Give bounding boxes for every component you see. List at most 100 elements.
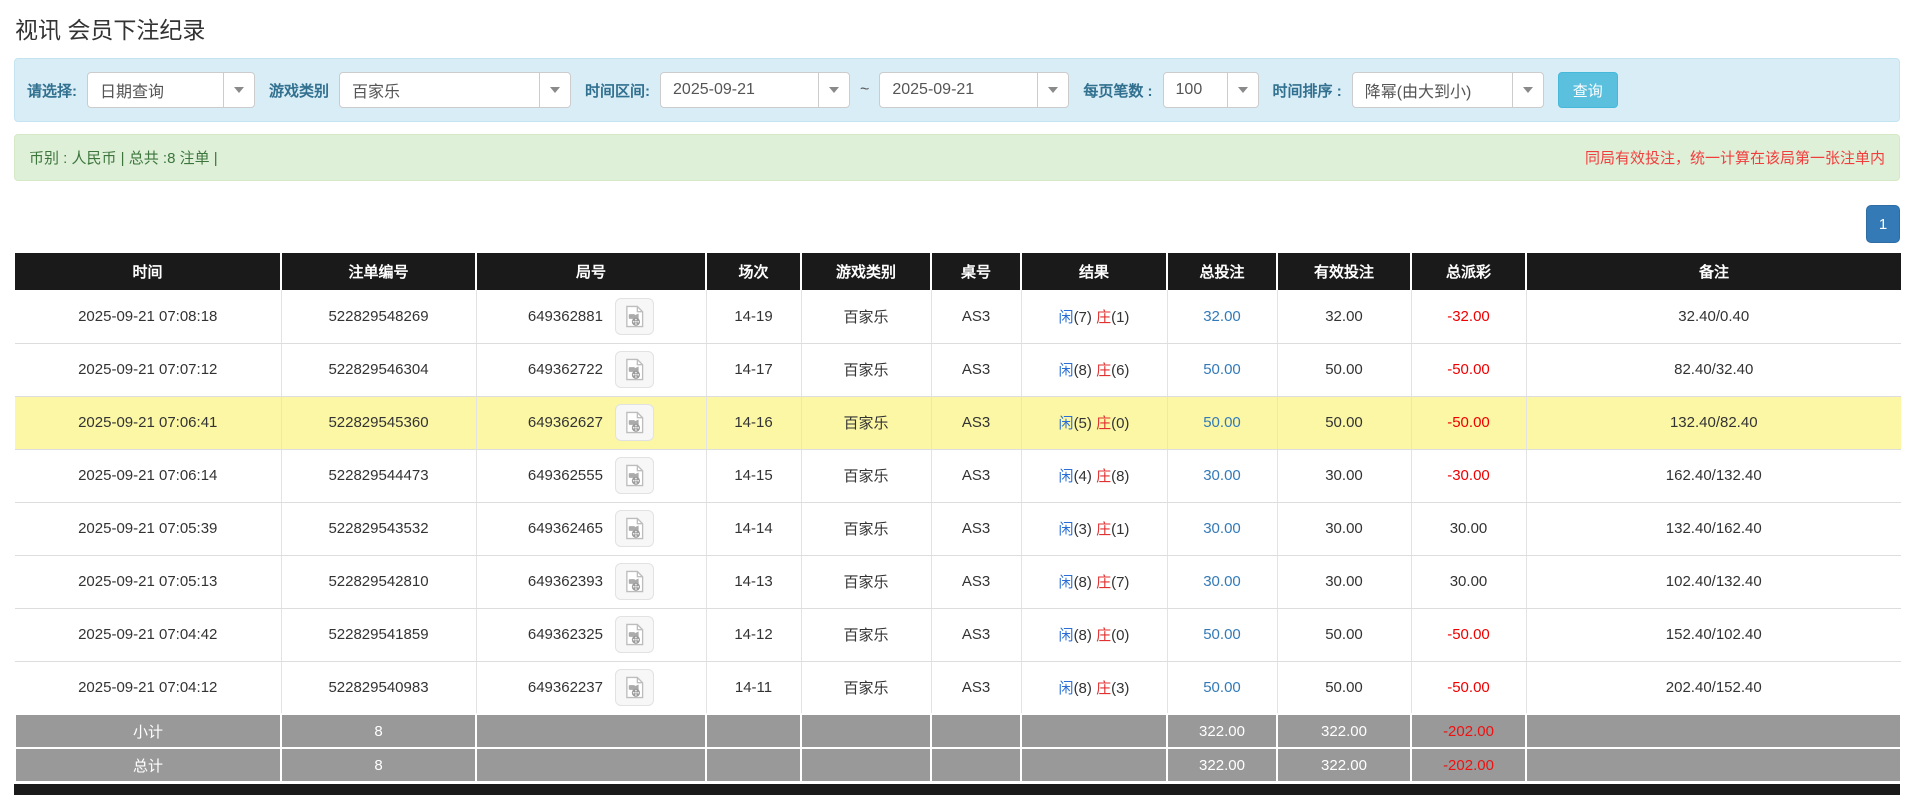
- video-replay-button[interactable]: [615, 616, 655, 653]
- cell-payout: -30.00: [1411, 449, 1527, 503]
- cell-valid_bet: 30.00: [1277, 502, 1412, 556]
- total-bet-link[interactable]: 50.00: [1203, 679, 1241, 696]
- page-size-value: 100: [1175, 81, 1203, 98]
- query-type-label: 请选择:: [27, 82, 77, 100]
- cell-round_id: 649362555: [476, 449, 707, 503]
- video-record-icon: [626, 623, 644, 646]
- player-result-label: 闲: [1058, 521, 1074, 538]
- cell-time: 2025-09-21 07:05:13: [15, 555, 282, 609]
- player-result-label: 闲: [1058, 415, 1074, 432]
- cell-payout: -32.00: [1411, 290, 1527, 344]
- cell-table_no: AS3: [931, 608, 1022, 662]
- cell-session: 14-15: [706, 449, 802, 503]
- video-replay-button[interactable]: [615, 351, 655, 388]
- summary-cell-result: [1020, 747, 1168, 783]
- cell-game: 百家乐: [801, 396, 932, 450]
- cell-round_id: 649362722: [476, 343, 707, 397]
- chevron-down-icon: [539, 73, 570, 107]
- currency-total-text: 币别 : 人民币 | 总共 :8 注单 |: [29, 150, 218, 167]
- summary-label: 小计: [14, 713, 282, 749]
- cell-result: 闲(8) 庄(3): [1021, 661, 1168, 715]
- cell-game: 百家乐: [801, 290, 932, 344]
- video-replay-button[interactable]: [615, 563, 655, 600]
- search-button[interactable]: 查询: [1557, 72, 1618, 108]
- table-header-row: 时间 注单编号 局号 场次 游戏类别 桌号 结果 总投注 有效投注 总派彩 备注: [15, 253, 1901, 290]
- summary-cell-table_no: [930, 747, 1022, 783]
- total-bet-link[interactable]: 50.00: [1203, 626, 1241, 643]
- cell-payout: 30.00: [1411, 502, 1527, 556]
- player-result-count: (8): [1073, 627, 1092, 644]
- video-replay-button[interactable]: [615, 457, 655, 494]
- cell-payout: -50.00: [1411, 608, 1527, 662]
- round-number: 649362237: [527, 678, 603, 696]
- cell-session: 14-16: [706, 396, 802, 450]
- cell-total_bet: 30.00: [1167, 555, 1278, 609]
- chevron-down-icon: [223, 73, 254, 107]
- video-replay-button[interactable]: [615, 404, 655, 441]
- col-header-round_id: 局号: [476, 253, 707, 290]
- summary-row: 总计 8 322.00 322.00 -202.00: [14, 747, 1902, 783]
- col-header-result: 结果: [1021, 253, 1168, 290]
- cell-valid_bet: 50.00: [1277, 343, 1412, 397]
- date-to-select[interactable]: 2025-09-21: [879, 72, 1070, 108]
- banker-result-count: (0): [1111, 415, 1130, 432]
- game-category-select[interactable]: 百家乐: [339, 72, 572, 108]
- chevron-down-icon: [818, 73, 849, 107]
- total-bet-link[interactable]: 30.00: [1203, 520, 1241, 537]
- cell-bet_id: 522829542810: [281, 555, 477, 609]
- page-1-button[interactable]: 1: [1866, 205, 1900, 243]
- round-number: 649362465: [527, 520, 603, 537]
- chevron-down-icon: [1226, 73, 1258, 107]
- total-bet-link[interactable]: 50.00: [1203, 361, 1241, 378]
- query-type-value: 日期查询: [100, 84, 165, 101]
- cell-game: 百家乐: [801, 449, 932, 503]
- banker-result-label: 庄: [1096, 468, 1112, 485]
- video-replay-button[interactable]: [615, 668, 655, 706]
- cell-total_bet: 32.00: [1167, 290, 1278, 344]
- video-record-icon: [626, 517, 644, 540]
- cell-bet_id: 522829548269: [281, 290, 477, 344]
- cell-bet_id: 522829541859: [281, 608, 477, 662]
- player-result-count: (4): [1073, 468, 1092, 485]
- video-record-icon: [626, 570, 644, 593]
- cell-valid_bet: 30.00: [1277, 555, 1412, 609]
- cell-result: 闲(3) 庄(1): [1021, 502, 1168, 556]
- col-header-bet_id: 注单编号: [281, 253, 477, 290]
- video-record-icon: [626, 464, 644, 487]
- summary-cell-payout: -202.00: [1410, 713, 1527, 749]
- page-size-select[interactable]: 100: [1162, 72, 1259, 108]
- video-replay-button[interactable]: [615, 510, 655, 547]
- cell-table_no: AS3: [931, 343, 1022, 397]
- cell-total_bet: 50.00: [1167, 396, 1278, 450]
- summary-cell-result: [1020, 713, 1168, 749]
- col-header-remark: 备注: [1526, 253, 1901, 290]
- banker-result-label: 庄: [1096, 362, 1112, 379]
- cell-bet_id: 522829546304: [281, 343, 477, 397]
- summary-count: 8: [280, 747, 477, 783]
- total-bet-link[interactable]: 50.00: [1203, 414, 1241, 431]
- total-bet-link[interactable]: 32.00: [1203, 308, 1241, 325]
- video-replay-button[interactable]: [615, 297, 655, 335]
- total-bet-link[interactable]: 30.00: [1203, 573, 1241, 590]
- date-from-value: 2025-09-21: [673, 81, 755, 98]
- col-header-valid_bet: 有效投注: [1277, 253, 1412, 290]
- cell-remark: 162.40/132.40: [1526, 449, 1901, 503]
- date-from-select[interactable]: 2025-09-21: [660, 72, 851, 108]
- summary-cell-round_id: [475, 713, 707, 749]
- cell-game: 百家乐: [801, 343, 932, 397]
- payout-value: -50.00: [1447, 361, 1490, 378]
- cell-total_bet: 50.00: [1167, 661, 1278, 715]
- col-header-table_no: 桌号: [931, 253, 1022, 290]
- cell-valid_bet: 32.00: [1277, 290, 1412, 344]
- col-header-payout: 总派彩: [1411, 253, 1527, 290]
- time-sort-select[interactable]: 降幂(由大到小): [1351, 72, 1544, 108]
- total-bet-link[interactable]: 30.00: [1203, 467, 1241, 484]
- query-type-select[interactable]: 日期查询: [87, 72, 255, 108]
- col-header-session: 场次: [706, 253, 802, 290]
- banker-result-count: (6): [1111, 362, 1130, 379]
- summary-row: 小计 8 322.00 322.00 -202.00: [14, 713, 1902, 749]
- cell-table_no: AS3: [931, 555, 1022, 609]
- valid-bet-note: 同局有效投注，统一计算在该局第一张注单内: [1584, 150, 1885, 167]
- summary-cell-remark: [1525, 747, 1902, 783]
- round-number: 649362325: [527, 626, 603, 643]
